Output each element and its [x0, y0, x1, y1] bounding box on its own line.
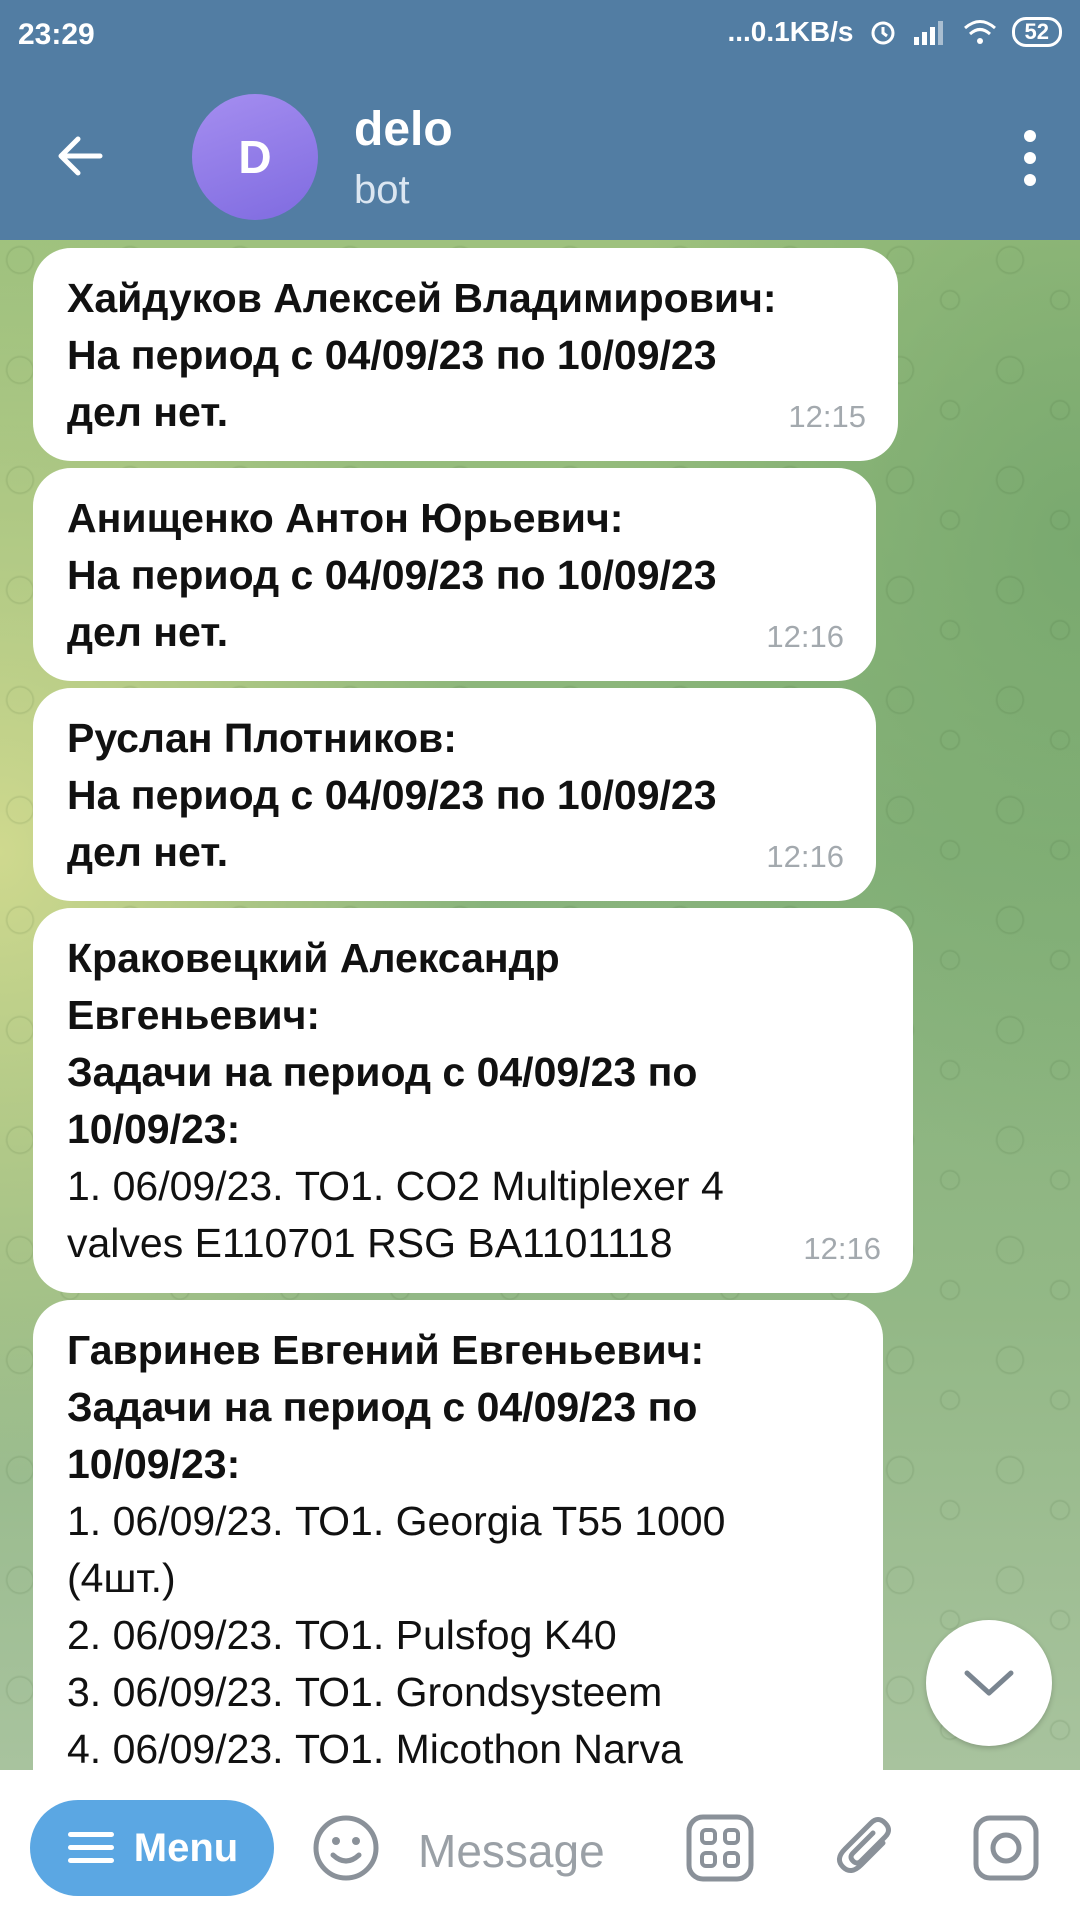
chat-header: D delo bot: [0, 74, 1080, 240]
camera-button[interactable]: [966, 1808, 1046, 1888]
signal-icon: [913, 21, 943, 45]
status-icons: ...0.1KB/s 52: [727, 16, 1062, 48]
chat-subtitle: bot: [354, 168, 410, 212]
message-line: 10/09/23:: [67, 1106, 241, 1152]
menu-icon: [67, 1832, 114, 1863]
network-speed: ...0.1KB/s: [727, 16, 854, 47]
grid-icon: [686, 1814, 754, 1882]
battery-icon: 52: [1011, 17, 1062, 47]
message-line: Хайдуков Алексей Владимирович:: [67, 275, 777, 321]
chat-title[interactable]: delo: [354, 102, 453, 157]
message-line: Задачи на период с 04/09/23 по: [67, 1384, 698, 1430]
message-line: Анищенко Антон Юрьевич:: [67, 495, 624, 541]
message-time: 12:16: [766, 839, 844, 874]
message-line: 1. 06/09/23. ТО1. Georgia T55 1000: [67, 1498, 726, 1544]
message-line: 4. 06/09/23. ТО1. Micothon Narva: [67, 1726, 683, 1770]
message-time: 12:16: [766, 619, 844, 654]
avatar[interactable]: D: [192, 94, 318, 220]
status-bar: 23:29 ...0.1KB/s 52: [0, 0, 1080, 74]
message-bubble[interactable]: Анищенко Антон Юрьевич: На период с 04/0…: [33, 468, 876, 681]
message-line: Задачи на период с 04/09/23 по: [67, 1049, 698, 1095]
alarm-icon: [871, 21, 895, 45]
message-line: На период с 04/09/23 по 10/09/23: [67, 772, 717, 818]
message-bubble[interactable]: Гавринев Евгений Евгеньевич: Задачи на п…: [33, 1300, 883, 1770]
message-line: Руслан Плотников:: [67, 715, 457, 761]
menu-label: Menu: [133, 1825, 239, 1870]
message-line: 2. 06/09/23. ТО1. Pulsfog K40: [67, 1612, 617, 1658]
message-line: 1. 06/09/23. ТО1. CO2 Multiplexer 4: [67, 1163, 724, 1209]
message-composer: Menu: [0, 1770, 1080, 1920]
message-line: На период с 04/09/23 по 10/09/23: [67, 332, 717, 378]
message-line: На период с 04/09/23 по 10/09/23: [67, 552, 717, 598]
message-line: дел нет.: [67, 829, 229, 875]
message-line: Гавринев Евгений Евгеньевич:: [67, 1327, 705, 1373]
message-line: (4шт.): [67, 1555, 176, 1601]
scroll-down-button[interactable]: [926, 1620, 1052, 1746]
message-line: valves E110701 RSG BA1101118: [67, 1220, 673, 1266]
message-input[interactable]: [416, 1818, 670, 1884]
chat-area[interactable]: Хайдуков Алексей Владимирович: На период…: [0, 240, 1080, 1770]
message-bubble[interactable]: Хайдуков Алексей Владимирович: На период…: [33, 248, 898, 461]
message-line: 10/09/23:: [67, 1441, 241, 1487]
bot-menu-button[interactable]: Menu: [30, 1800, 274, 1896]
message-line: дел нет.: [67, 609, 229, 655]
message-time: 12:15: [788, 399, 866, 434]
message-bubble[interactable]: Руслан Плотников: На период с 04/09/23 п…: [33, 688, 876, 901]
message-line: Краковецкий Александр: [67, 935, 560, 981]
emoji-button[interactable]: [306, 1808, 386, 1888]
message-bubble[interactable]: Краковецкий Александр Евгеньевич: Задачи…: [33, 908, 913, 1293]
message-line: 3. 06/09/23. ТО1. Grondsysteem: [67, 1669, 663, 1715]
message-line: Евгеньевич:: [67, 992, 321, 1038]
message-time: 12:16: [803, 1231, 881, 1266]
smile-icon: [313, 1815, 379, 1881]
message-line: дел нет.: [67, 389, 229, 435]
chevron-down-icon: [964, 1670, 1014, 1696]
wifi-icon: [963, 20, 996, 44]
bot-commands-button[interactable]: [680, 1808, 760, 1888]
camera-icon: [973, 1815, 1039, 1881]
status-time: 23:29: [18, 18, 95, 51]
attach-button[interactable]: [826, 1808, 906, 1888]
more-options-icon[interactable]: [1020, 128, 1040, 188]
paperclip-icon: [837, 1817, 891, 1873]
back-arrow-icon[interactable]: [50, 126, 110, 186]
